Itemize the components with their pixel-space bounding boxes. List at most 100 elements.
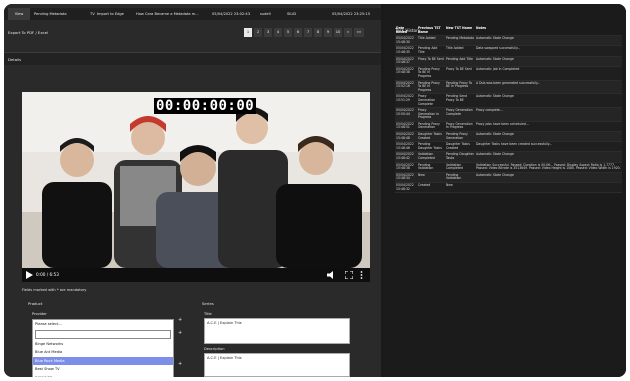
app-window: View Pending Metadata TV Import to Edge How… xyxy=(4,4,626,377)
table-cell: Pending Proxy To BE In Progress xyxy=(446,80,473,89)
video-player[interactable]: 00:00:00:00 0:00 / 6:53 xyxy=(22,92,370,282)
provider-select[interactable]: Please select... Binge Networks Blue Ant M… xyxy=(32,319,174,377)
table-row: 05/04/2022 15:52:16 Pending Proxy To BE I… xyxy=(395,80,622,95)
provider-option[interactable]: Blue Rock Media xyxy=(33,356,173,365)
table-cell: Proxy jobs have been scheduled... xyxy=(476,121,529,126)
more-options-icon[interactable] xyxy=(360,271,363,279)
table-cell: Title Added xyxy=(418,36,436,41)
table-cell: 05/04/2022 15:48:48 xyxy=(396,132,414,140)
title-input[interactable]: A.C.E | Explain This xyxy=(204,318,350,344)
table-cell: Proxy Generation In Progress xyxy=(446,121,473,130)
table-row: 05/04/2022 15:48:32 Created New xyxy=(395,183,622,194)
title-label: Title xyxy=(204,312,212,316)
column-header[interactable]: Notes xyxy=(475,26,622,35)
table-row: 05/04/2022 15:48:38 Pending Validation Val… xyxy=(395,162,622,173)
series-header: Series xyxy=(202,301,214,306)
description-input[interactable]: A.C.E | Explain This xyxy=(204,353,350,377)
table-cell: Pending Metadata xyxy=(446,36,475,41)
table-cell: Pending Proxy Generation xyxy=(418,121,440,130)
table-cell: Pending Add Title xyxy=(446,56,473,61)
table-row: 05/04/2022 15:48:48 Daughter Tasks Create… xyxy=(395,132,622,143)
view-button[interactable]: View xyxy=(8,8,30,20)
add-description-button[interactable]: + xyxy=(178,361,182,367)
table-row: 05/04/2022 15:48:38 Pending Proxy To BE I… xyxy=(395,66,622,81)
table-cell: 05/04/2022 15:48:32 xyxy=(396,183,414,191)
table-cell: 05/04/2022 15:48:51 xyxy=(396,121,414,130)
table-cell: Pending Validation xyxy=(418,162,434,171)
table-cell: Proxy Generation Complete xyxy=(418,94,436,106)
table-row: 05/04/2022 15:48:35 Pending Add Title Titl… xyxy=(395,46,622,57)
table-cell: Pending Proxy To BE In Progress xyxy=(418,80,440,92)
page-button[interactable]: 9 xyxy=(324,28,332,37)
table-cell: Pending Validation xyxy=(446,172,462,181)
provider-option[interactable]: Please select... xyxy=(33,320,173,329)
fullscreen-icon[interactable] xyxy=(345,271,353,279)
page-button[interactable]: 5 xyxy=(284,28,292,37)
task-history-table: Date Added Previous TST Name New TST Name N… xyxy=(395,26,622,194)
table-row: 05/04/2022 15:48:34 New Pending Validation… xyxy=(395,172,622,183)
page-button[interactable]: 6 xyxy=(294,28,302,37)
details-label: Details xyxy=(8,57,22,62)
table-cell: Automatic State Change xyxy=(476,172,514,177)
toolbar: Export To PDF / Excel 1 2 3 4 5 6 7 8 9 10»»» xyxy=(4,26,381,42)
video-frame xyxy=(22,92,370,268)
table-cell: 05/04/2022 15:48:34 xyxy=(396,172,414,181)
product-header: Product xyxy=(28,301,43,306)
table-cell: 05/04/2022 15:48:37 xyxy=(396,56,414,65)
page-button[interactable]: 3 xyxy=(264,28,272,37)
table-cell: Automatic State Change xyxy=(476,94,514,99)
table-cell: New xyxy=(446,183,453,187)
table-cell: 05/04/2022 15:48:46 xyxy=(396,142,414,150)
table-cell: Automatic State Change xyxy=(476,56,514,61)
table-cell: Automatic State Change xyxy=(476,132,514,137)
add-series-button[interactable]: + xyxy=(178,330,182,336)
table-cell: Automatic Job In Completed xyxy=(476,66,520,71)
provider-option[interactable]: Best Show TV xyxy=(33,365,173,374)
table-cell: 05/04/2022 15:48:35 xyxy=(396,46,414,54)
asset-row[interactable]: View Pending Metadata TV Import to Edge How… xyxy=(4,8,381,20)
table-cell: Validation Completed xyxy=(418,152,435,161)
table-cell: Pending Proxy Generation xyxy=(446,132,468,140)
table-cell: Proxy Generation Complete xyxy=(446,108,473,116)
asset-panel: View Pending Metadata TV Import to Edge How… xyxy=(4,4,381,377)
add-provider-button[interactable]: + xyxy=(178,317,182,323)
table-cell: Title Added xyxy=(446,46,464,51)
page-button[interactable]: 8 xyxy=(314,28,322,37)
table-cell: Data swapped successfully... xyxy=(476,46,521,51)
provider-option[interactable]: Blue Ant Media xyxy=(33,348,173,357)
volume-icon[interactable] xyxy=(327,271,335,279)
table-cell: Proxy To BE Sent xyxy=(418,56,444,61)
table-cell: Proxy Generation In Progress xyxy=(418,108,440,120)
table-cell: Proxy complete... xyxy=(476,108,503,113)
page-button[interactable]: 2 xyxy=(254,28,262,37)
asset-row-cell: 05/04/2022 23:25:15 xyxy=(332,12,370,16)
page-button[interactable]: 10 xyxy=(334,28,342,37)
table-cell: 05/04/2022 15:48:38 xyxy=(396,66,414,75)
details-section-header[interactable]: Details xyxy=(4,52,381,65)
asset-row-cell: sudell xyxy=(260,12,271,16)
play-icon[interactable] xyxy=(26,271,33,279)
required-note: Fields marked with * are mandatory xyxy=(22,288,87,292)
table-cell: 05/04/2022 15:48:30 xyxy=(396,36,414,44)
table-cell: 05/04/2022 15:51:29 xyxy=(396,94,414,102)
page-button[interactable]: 7 xyxy=(304,28,312,37)
page-button[interactable]: 1 xyxy=(244,28,252,37)
provider-search-input[interactable] xyxy=(35,329,171,339)
table-row: 05/04/2022 15:50:44 Proxy Generation In P… xyxy=(395,108,622,122)
page-button[interactable]: 4 xyxy=(274,28,282,37)
table-row: 05/04/2022 15:48:51 Pending Proxy Generat… xyxy=(395,121,622,133)
page-button[interactable]: » xyxy=(344,28,352,37)
provider-option[interactable]: BOYNNER xyxy=(33,374,173,378)
export-button[interactable]: Export To PDF / Excel xyxy=(8,30,48,35)
video-controls: 0:00 / 6:53 xyxy=(22,268,370,282)
table-cell: 05/04/2022 15:48:38 xyxy=(396,162,414,171)
column-header[interactable]: Date Added xyxy=(395,26,417,35)
table-cell: Created xyxy=(418,183,431,187)
asset-row-cell: Pending Metadata xyxy=(34,12,67,16)
provider-option[interactable]: Binge Networks xyxy=(33,340,173,349)
column-header[interactable]: Previous TST Name xyxy=(417,26,445,35)
table-cell: 05/04/2022 15:48:42 xyxy=(396,152,414,161)
provider-label: Provider xyxy=(32,312,47,316)
page-button[interactable]: »» xyxy=(354,28,364,37)
column-header[interactable]: New TST Name xyxy=(445,26,475,35)
